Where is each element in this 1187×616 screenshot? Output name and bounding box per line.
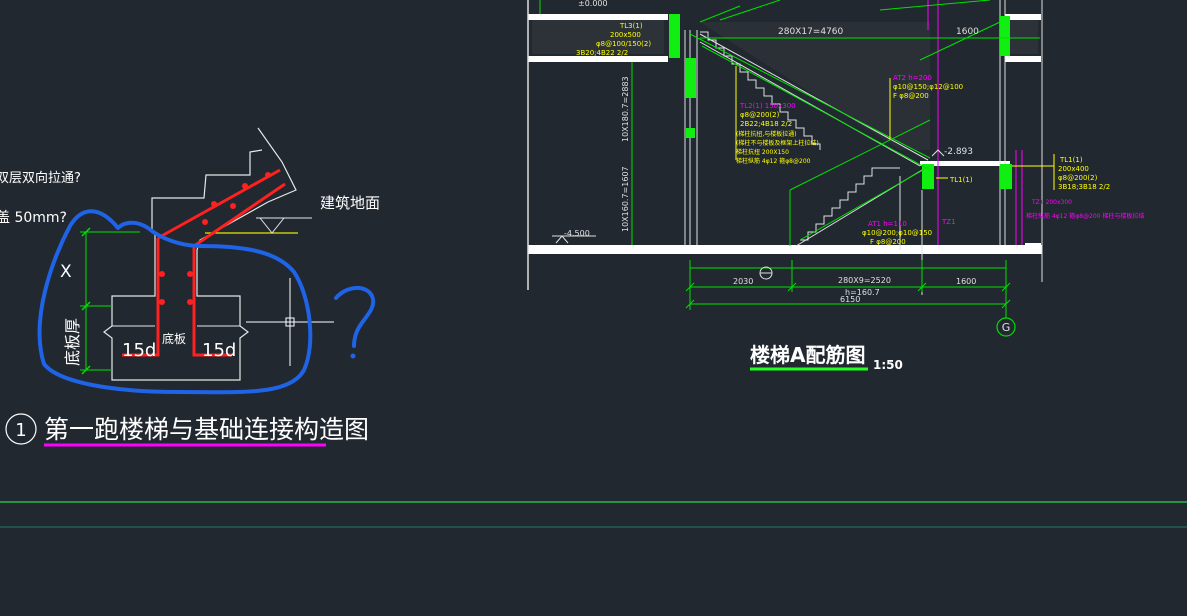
svg-text:φ8@200(2): φ8@200(2) <box>740 111 780 119</box>
svg-text:F φ8@200: F φ8@200 <box>893 92 929 100</box>
x-dimension-label: X <box>60 262 72 282</box>
dim-1600: 1600 <box>956 277 976 286</box>
ground-slab <box>528 245 1042 254</box>
tl1-mid-label: TL1(1) <box>949 176 973 184</box>
dim-top-steps: 280X17=4760 <box>778 27 844 37</box>
beam-tl1-right <box>1000 164 1012 189</box>
svg-text:(梯柱抗扭,与楼板拉通): (梯柱抗扭,与楼板拉通) <box>736 130 797 138</box>
svg-text:TL3(1): TL3(1) <box>619 22 643 30</box>
elev-top: ±0.000 <box>578 0 608 8</box>
top-slab-left <box>528 14 668 20</box>
svg-text:200x500: 200x500 <box>610 31 641 39</box>
svg-text:φ8@200(2): φ8@200(2) <box>1058 174 1098 182</box>
svg-text:3B18;3B18 2/2: 3B18;3B18 2/2 <box>1058 183 1110 191</box>
beam-top-right <box>1000 16 1010 56</box>
upper-floor-slab-right <box>1005 56 1041 62</box>
hatch-upper-right <box>1010 20 1038 54</box>
section-scale: 1:50 <box>873 358 903 372</box>
svg-text:梯柱纵筋 4φ12 箍φ8@200 梯柱与楼板拉结: 梯柱纵筋 4φ12 箍φ8@200 梯柱与楼板拉结 <box>1026 212 1144 220</box>
dim-top-right: 1600 <box>956 27 979 37</box>
cropped-note-2: 盖 50mm? <box>0 210 67 226</box>
ground-label: 建筑地面 <box>320 194 380 212</box>
hand-drawn-question-dot <box>350 353 356 359</box>
detail-title: 第一跑楼梯与基础连接构造图 <box>44 415 369 444</box>
svg-text:(梯柱不与楼板及框架上柱拉结): (梯柱不与楼板及框架上柱拉结) <box>736 139 819 147</box>
svg-text:φ10@200;φ10@150: φ10@200;φ10@150 <box>862 229 932 237</box>
svg-text:φ10@150;φ12@100: φ10@150;φ12@100 <box>893 83 963 91</box>
slab-thickness-label: 底板厚 <box>63 318 82 366</box>
beam-tl1-mid <box>922 164 934 189</box>
anchor-length-left: 15d <box>122 340 156 361</box>
tz1-small-label: TZ1 <box>941 218 956 226</box>
section-title: 楼梯A配筋图 <box>750 343 865 367</box>
svg-text:TL1(1): TL1(1) <box>1059 156 1083 164</box>
elev-mid: -2.893 <box>944 147 973 157</box>
detail-number: 1 <box>15 420 26 441</box>
svg-text:2B22;4B18 2/2: 2B22;4B18 2/2 <box>740 120 792 128</box>
svg-text:F φ8@200: F φ8@200 <box>870 238 906 246</box>
beam-tl3 <box>669 14 680 58</box>
svg-text:AT2 h=200: AT2 h=200 <box>893 74 932 82</box>
canvas-background <box>0 0 1187 616</box>
svg-text:梯柱纵筋 4φ12 箍φ8@200: 梯柱纵筋 4φ12 箍φ8@200 <box>736 157 811 165</box>
slab-label: 底板 <box>162 331 186 346</box>
grid-axis-label: G <box>1002 321 1011 334</box>
svg-text:TZ1 200x300: TZ1 200x300 <box>1031 199 1072 206</box>
cropped-note-1: 双层双向拉通? <box>0 170 81 186</box>
cad-drawing-canvas: 双层双向拉通? 盖 50mm? ? 建筑地面 X 底板厚 15d <box>0 0 1187 616</box>
svg-text:200x400: 200x400 <box>1058 165 1089 173</box>
vert-dim-lower: 10X160.7=1607 <box>621 166 630 232</box>
dim-280x9: 280X9=2520 <box>838 276 891 285</box>
svg-text:φ8@100/150(2): φ8@100/150(2) <box>596 40 651 48</box>
top-slab-right <box>1005 14 1041 20</box>
anchor-length-right: 15d <box>202 340 236 361</box>
dim-2030: 2030 <box>733 277 753 286</box>
svg-text:TL2(1) 150x300: TL2(1) 150x300 <box>739 102 796 110</box>
elev-bottom: -4.500 <box>564 229 590 238</box>
cropped-note-3: ? <box>0 232 1 247</box>
svg-text:AT1 h=110: AT1 h=110 <box>868 220 907 228</box>
svg-text:梯柱抗扭 200X150: 梯柱抗扭 200X150 <box>736 148 789 156</box>
column-upper <box>685 58 696 98</box>
dim-total: 6150 <box>840 295 860 304</box>
vert-dim-upper: 10X180.7=2883 <box>621 76 630 142</box>
svg-text:3B20;4B22 2/2: 3B20;4B22 2/2 <box>576 49 628 57</box>
